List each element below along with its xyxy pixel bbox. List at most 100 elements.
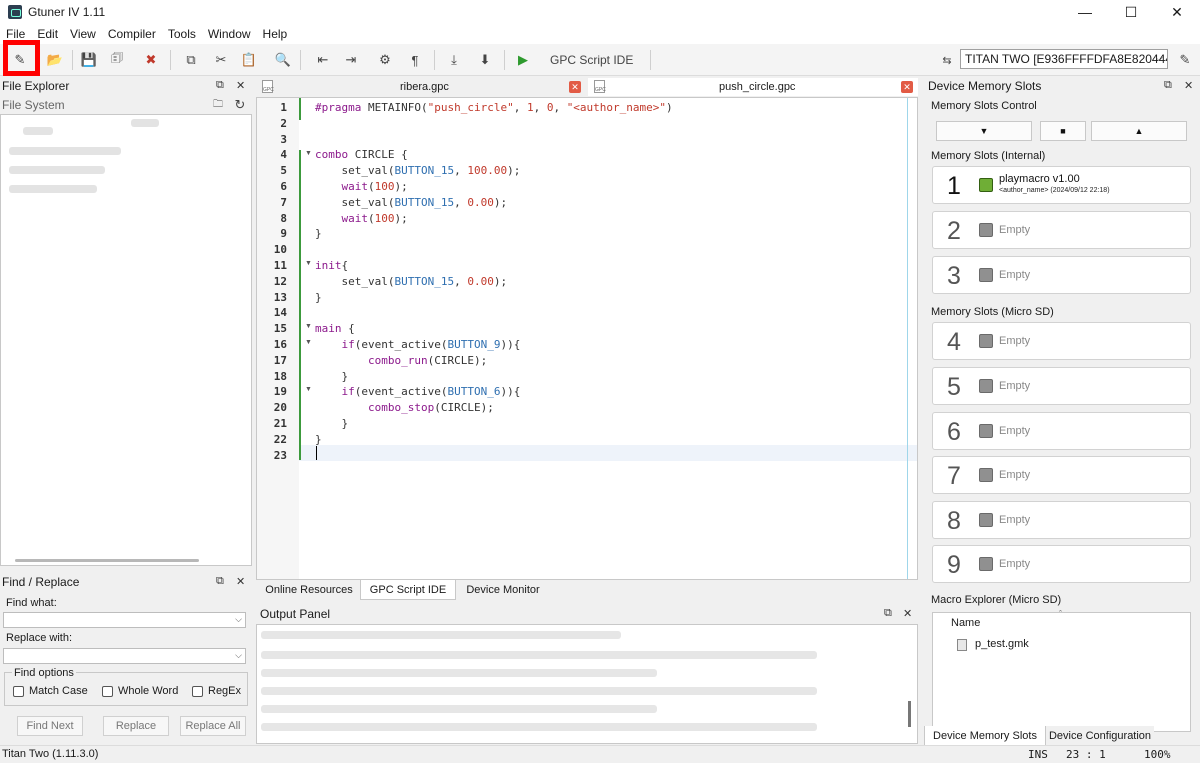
chevron-down-icon[interactable]: ⌵ — [235, 650, 242, 661]
float-panel-icon[interactable]: ⧉ — [884, 607, 892, 620]
device-select[interactable]: TITAN TWO [E936FFFFDFA8E820444D ⌵ — [960, 49, 1168, 69]
tree-item[interactable] — [9, 147, 121, 155]
find-what-input[interactable]: ⌵ — [3, 612, 246, 628]
code-line[interactable]: set_val(BUTTON_15, 100.00); — [315, 164, 520, 177]
paste-icon[interactable]: 📋 — [238, 49, 260, 71]
find-icon[interactable]: 🔍 — [272, 49, 294, 71]
indent-left-icon[interactable]: ⇤ — [312, 49, 334, 71]
regex-label[interactable]: RegEx — [208, 685, 241, 697]
tab-device-memory-slots[interactable]: Device Memory Slots — [924, 726, 1046, 746]
code-line[interactable]: } — [315, 433, 322, 446]
code-line[interactable]: init{ — [315, 259, 348, 272]
close-panel-icon[interactable]: ✕ — [236, 575, 245, 588]
horizontal-scrollbar[interactable] — [15, 559, 199, 562]
run-icon[interactable]: ▶ — [512, 49, 534, 71]
regex-checkbox[interactable] — [192, 686, 203, 697]
close-tab-icon[interactable]: ✕ — [901, 81, 913, 93]
tab-device-configuration[interactable]: Device Configuration — [1046, 726, 1154, 746]
gpc-ide-label[interactable]: GPC Script IDE — [550, 53, 633, 67]
cut-icon[interactable]: ✂ — [210, 49, 232, 71]
memory-slot-1[interactable]: 1 playmacro v1.00 <author_name> (2024/09/1… — [932, 166, 1191, 204]
code-line[interactable]: main { — [315, 322, 355, 335]
code-line[interactable]: combo CIRCLE { — [315, 148, 408, 161]
tree-item[interactable] — [23, 127, 53, 135]
code-line[interactable]: #pragma METAINFO("push_circle", 1, 0, "<… — [315, 101, 673, 114]
memory-slot-8[interactable]: 8 Empty — [932, 501, 1191, 539]
settings-pen-icon[interactable]: ✎ — [1174, 49, 1196, 71]
tree-item[interactable] — [9, 166, 105, 174]
code-line[interactable]: wait(100); — [315, 180, 408, 193]
refresh-icon[interactable]: ↻ — [231, 96, 249, 114]
pilcrow-icon[interactable]: ¶ — [404, 49, 426, 71]
close-file-icon[interactable]: ✖ — [140, 49, 162, 71]
minimize-button[interactable]: — — [1062, 0, 1108, 24]
code-line[interactable]: } — [315, 227, 322, 240]
fold-arrow-icon[interactable]: ▼ — [305, 339, 312, 346]
device-download-icon[interactable]: ⬇ — [474, 49, 496, 71]
tab-ribera[interactable]: GPC ribera.gpc ✕ — [256, 78, 586, 96]
fold-arrow-icon[interactable]: ▼ — [305, 260, 312, 267]
replace-all-button[interactable]: Replace All — [180, 716, 246, 736]
replace-with-input[interactable]: ⌵ — [3, 648, 246, 664]
code-line[interactable]: } — [315, 370, 348, 383]
memory-slot-5[interactable]: 5 Empty — [932, 367, 1191, 405]
code-line[interactable]: combo_stop(CIRCLE); — [315, 401, 494, 414]
menu-view[interactable]: View — [64, 24, 102, 44]
fold-arrow-icon[interactable]: ▼ — [305, 150, 312, 157]
find-next-button[interactable]: Find Next — [17, 716, 83, 736]
fold-arrow-icon[interactable]: ▼ — [305, 323, 312, 330]
whole-word-checkbox[interactable] — [102, 686, 113, 697]
code-line[interactable]: if(event_active(BUTTON_6)){ — [315, 385, 521, 398]
compile-icon[interactable]: ⚙ — [374, 49, 396, 71]
code-line[interactable]: wait(100); — [315, 212, 408, 225]
code-line[interactable]: set_val(BUTTON_15, 0.00); — [315, 275, 507, 288]
float-panel-icon[interactable]: ⧉ — [1164, 79, 1172, 92]
close-panel-icon[interactable]: ✕ — [236, 79, 245, 92]
slot-stop-button[interactable]: ■ — [1040, 121, 1086, 141]
vertical-scrollbar[interactable] — [908, 701, 911, 727]
save-icon[interactable]: 💾 — [78, 49, 100, 71]
menu-compiler[interactable]: Compiler — [102, 24, 162, 44]
chevron-down-icon[interactable]: ⌵ — [235, 614, 242, 625]
memory-slot-7[interactable]: 7 Empty — [932, 456, 1191, 494]
code-line[interactable]: if(event_active(BUTTON_9)){ — [315, 338, 521, 351]
tab-device-monitor[interactable]: Device Monitor — [458, 580, 548, 600]
match-case-label[interactable]: Match Case — [29, 685, 88, 697]
output-log[interactable] — [256, 624, 918, 744]
close-panel-icon[interactable]: ✕ — [1184, 79, 1193, 92]
menu-window[interactable]: Window — [202, 24, 257, 44]
file-tree[interactable] — [0, 114, 252, 566]
match-case-checkbox[interactable] — [13, 686, 24, 697]
code-line[interactable]: } — [315, 417, 348, 430]
menu-tools[interactable]: Tools — [162, 24, 202, 44]
column-header-name[interactable]: Name — [951, 617, 980, 629]
save-all-icon[interactable]: 🗊 — [106, 49, 128, 71]
float-panel-icon[interactable]: ⧉ — [216, 79, 224, 92]
memory-slot-4[interactable]: 4 Empty — [932, 322, 1191, 360]
maximize-button[interactable]: ☐ — [1108, 0, 1154, 24]
tab-push-circle[interactable]: GPC push_circle.gpc ✕ — [588, 78, 918, 96]
open-folder-icon[interactable]: 📂 — [44, 49, 66, 71]
browse-folder-icon[interactable]: 🗀 — [209, 96, 227, 114]
close-panel-icon[interactable]: ✕ — [903, 607, 912, 620]
download-icon[interactable]: ⤓ — [443, 49, 465, 71]
memory-slot-2[interactable]: 2 Empty — [932, 211, 1191, 249]
code-editor[interactable]: 1 2 3 4 5 6 7 8 9 10 11 12 13 14 15 16 17 18 19 20 21 22 23 #p… — [256, 97, 918, 580]
fold-arrow-icon[interactable]: ▼ — [305, 386, 312, 393]
copy-icon[interactable]: ⧉ — [180, 49, 202, 71]
float-panel-icon[interactable]: ⧉ — [216, 575, 224, 588]
code-line[interactable]: set_val(BUTTON_15, 0.00); — [315, 196, 507, 209]
slot-up-button[interactable]: ▲ — [1091, 121, 1187, 141]
code-line[interactable]: combo_run(CIRCLE); — [315, 354, 487, 367]
code-line[interactable]: } — [315, 291, 322, 304]
close-tab-icon[interactable]: ✕ — [569, 81, 581, 93]
memory-slot-6[interactable]: 6 Empty — [932, 412, 1191, 450]
memory-slot-3[interactable]: 3 Empty — [932, 256, 1191, 294]
macro-explorer[interactable]: Name ˆ p_test.gmk — [932, 609, 1191, 732]
close-window-button[interactable]: ✕ — [1154, 0, 1200, 24]
tab-gpc-script-ide[interactable]: GPC Script IDE — [360, 580, 456, 600]
slot-down-button[interactable]: ▼ — [936, 121, 1032, 141]
whole-word-label[interactable]: Whole Word — [118, 685, 178, 697]
macro-file-item[interactable]: p_test.gmk — [975, 638, 1029, 650]
memory-slot-9[interactable]: 9 Empty — [932, 545, 1191, 583]
